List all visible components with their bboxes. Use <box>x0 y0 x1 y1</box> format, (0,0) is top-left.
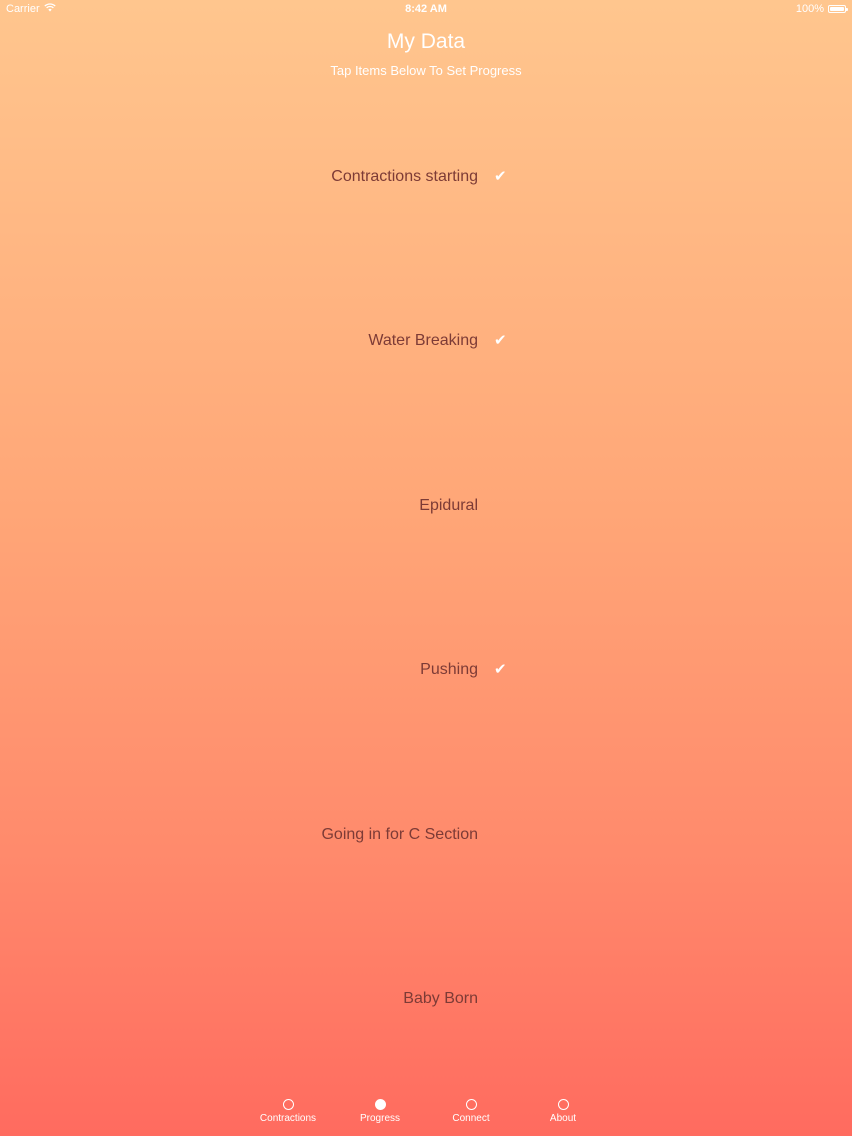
status-bar: Carrier 8:42 AM 100% <box>0 0 852 18</box>
tab-contractions[interactable]: Contractions <box>248 1099 328 1124</box>
progress-item-label: Going in for C Section <box>321 826 478 843</box>
progress-item-baby-born[interactable]: Baby Born <box>0 980 852 1020</box>
battery-percent: 100% <box>795 3 824 15</box>
page-subtitle: Tap Items Below To Set Progress <box>330 63 522 78</box>
progress-item-label: Epidural <box>419 497 478 514</box>
progress-item-c-section[interactable]: Going in for C Section <box>0 816 852 856</box>
progress-item-label: Water Breaking <box>368 332 478 349</box>
tab-about[interactable]: About <box>523 1099 603 1124</box>
progress-item-pushing[interactable]: Pushing ✔ <box>0 651 852 691</box>
battery-icon <box>828 5 848 13</box>
circle-icon <box>557 1099 569 1110</box>
tab-progress[interactable]: Progress <box>340 1099 420 1124</box>
progress-item-label: Baby Born <box>403 990 478 1007</box>
tab-connect[interactable]: Connect <box>431 1099 511 1124</box>
progress-item-epidural[interactable]: Epidural <box>0 487 852 527</box>
status-bar-right: 100% <box>795 3 848 15</box>
tab-label: Connect <box>452 1113 490 1124</box>
checkmark-icon: ✔ <box>494 661 507 678</box>
tab-label: About <box>549 1113 577 1124</box>
page-title: My Data <box>386 30 466 53</box>
checkmark-icon: ✔ <box>494 168 507 185</box>
status-time: 8:42 AM <box>405 3 447 15</box>
tab-label: Contractions <box>259 1113 317 1124</box>
progress-item-water-breaking[interactable]: Water Breaking ✔ <box>0 322 852 362</box>
progress-item-contractions-starting[interactable]: Contractions starting ✔ <box>0 158 852 198</box>
circle-icon <box>465 1099 477 1110</box>
progress-item-label: Pushing <box>420 661 478 678</box>
circle-icon <box>282 1099 294 1110</box>
progress-item-label: Contractions starting <box>331 168 478 185</box>
checkmark-icon: ✔ <box>494 332 507 349</box>
tab-label: Progress <box>359 1113 400 1124</box>
filled-circle-icon <box>374 1099 386 1110</box>
tab-bar: Contractions Progress Connect About <box>0 1096 852 1136</box>
